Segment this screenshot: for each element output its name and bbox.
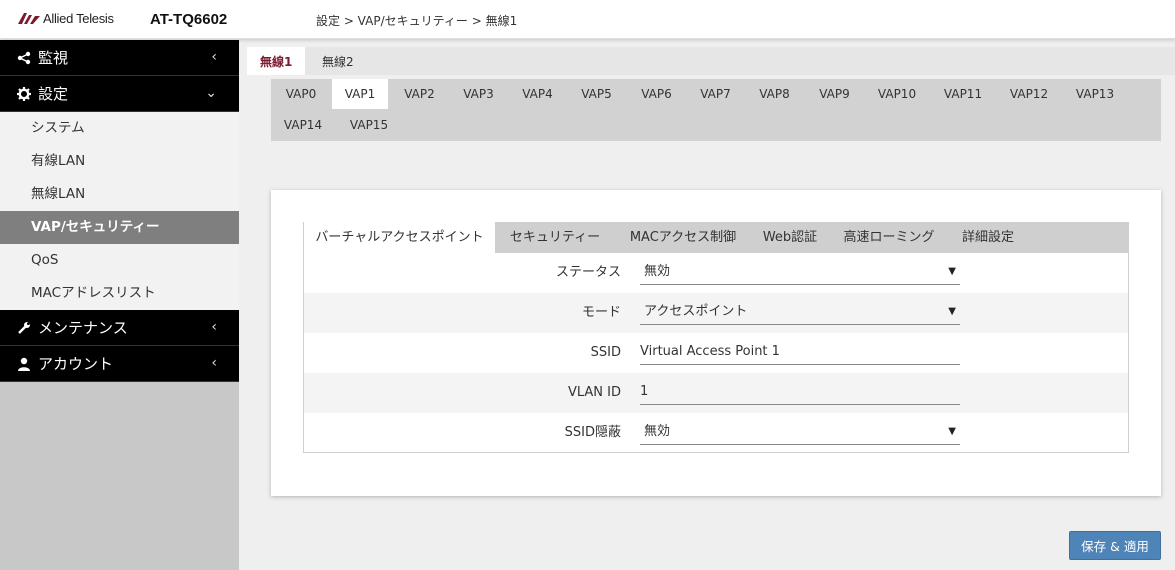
tab-security[interactable]: セキュリティー bbox=[500, 222, 610, 253]
submenu-item-mac-address-list[interactable]: MACアドレスリスト bbox=[0, 277, 239, 310]
form-row-status: ステータス 無効 ▼ bbox=[304, 253, 1128, 293]
ssid-label: SSID bbox=[590, 345, 621, 360]
settings-sub-tabs: バーチャルアクセスポイント セキュリティー MACアクセス制御 Web認証 高速… bbox=[303, 222, 1129, 253]
tab-vap0[interactable]: VAP0 bbox=[271, 79, 331, 109]
chevron-left-icon: ‹ bbox=[211, 319, 217, 335]
tab-vap7[interactable]: VAP7 bbox=[687, 79, 744, 109]
tab-vap15[interactable]: VAP15 bbox=[337, 110, 401, 140]
tab-radio1[interactable]: 無線1 bbox=[247, 47, 306, 75]
tab-vap14[interactable]: VAP14 bbox=[271, 110, 335, 140]
ssid-input[interactable]: Virtual Access Point 1 bbox=[640, 339, 960, 365]
tab-vap5[interactable]: VAP5 bbox=[568, 79, 625, 109]
allied-telesis-logo-icon bbox=[18, 13, 40, 24]
sidebar-item-maintenance[interactable]: メンテナンス ‹ bbox=[0, 310, 239, 346]
tab-vap4[interactable]: VAP4 bbox=[509, 79, 566, 109]
caret-down-icon: ▼ bbox=[948, 266, 956, 277]
mode-select[interactable]: アクセスポイント ▼ bbox=[640, 299, 960, 325]
brand-logo: Allied Telesis bbox=[18, 11, 114, 26]
tab-advanced-settings[interactable]: 詳細設定 bbox=[952, 222, 1024, 253]
tab-vap8[interactable]: VAP8 bbox=[746, 79, 803, 109]
sidebar-item-label: 監視 bbox=[38, 49, 69, 67]
radio-tabs: 無線1 無線2 bbox=[247, 47, 1175, 75]
submenu-item-vap-security[interactable]: VAP/セキュリティー bbox=[0, 211, 239, 244]
sidebar-item-settings[interactable]: 設定 ⌄ bbox=[0, 76, 239, 112]
tab-web-auth[interactable]: Web認証 bbox=[755, 222, 825, 253]
tab-vap11[interactable]: VAP11 bbox=[931, 79, 995, 109]
vlan-id-label: VLAN ID bbox=[567, 385, 621, 400]
tab-vap10[interactable]: VAP10 bbox=[865, 79, 929, 109]
tab-vap2[interactable]: VAP2 bbox=[391, 79, 448, 109]
tab-vap1[interactable]: VAP1 bbox=[332, 79, 388, 109]
caret-down-icon: ▼ bbox=[948, 306, 956, 317]
user-icon bbox=[16, 357, 32, 371]
ssid-hidden-select[interactable]: 無効 ▼ bbox=[640, 419, 960, 445]
brand-name: Allied Telesis bbox=[43, 11, 114, 26]
gear-icon bbox=[16, 86, 32, 101]
submenu-item-wired-lan[interactable]: 有線LAN bbox=[0, 145, 239, 178]
wrench-icon bbox=[16, 321, 32, 335]
chevron-left-icon: ‹ bbox=[211, 49, 217, 65]
status-select[interactable]: 無効 ▼ bbox=[640, 259, 960, 285]
tab-vap12[interactable]: VAP12 bbox=[997, 79, 1061, 109]
chevron-down-icon: ⌄ bbox=[205, 85, 217, 101]
vap-tabs: VAP0 VAP1 VAP2 VAP3 VAP4 VAP5 VAP6 VAP7 … bbox=[271, 79, 1161, 141]
vap-form: バーチャルアクセスポイント セキュリティー MACアクセス制御 Web認証 高速… bbox=[303, 222, 1129, 453]
sidebar-item-account[interactable]: アカウント ‹ bbox=[0, 346, 239, 382]
tab-fast-roaming[interactable]: 高速ローミング bbox=[836, 222, 942, 253]
sidebar-item-label: メンテナンス bbox=[38, 319, 128, 337]
chevron-left-icon: ‹ bbox=[211, 355, 217, 371]
vap-settings-panel: バーチャルアクセスポイント セキュリティー MACアクセス制御 Web認証 高速… bbox=[271, 190, 1161, 496]
form-row-vlan-id: VLAN ID 1 bbox=[304, 373, 1128, 413]
sidebar-item-label: 設定 bbox=[38, 85, 69, 103]
tab-radio2[interactable]: 無線2 bbox=[309, 47, 367, 75]
sidebar: 監視 ‹ 設定 ⌄ システム 有線LAN 無線LAN VAP/セキュリティー Q… bbox=[0, 40, 239, 570]
share-icon bbox=[16, 51, 32, 65]
status-label: ステータス bbox=[555, 265, 621, 280]
ssid-hidden-label: SSID隠蔽 bbox=[564, 425, 621, 440]
vlan-id-input[interactable]: 1 bbox=[640, 379, 960, 405]
sidebar-item-monitor[interactable]: 監視 ‹ bbox=[0, 40, 239, 76]
submenu-item-system[interactable]: システム bbox=[0, 112, 239, 145]
tab-vap9[interactable]: VAP9 bbox=[806, 79, 863, 109]
submenu-item-wireless-lan[interactable]: 無線LAN bbox=[0, 178, 239, 211]
top-header: Allied Telesis AT-TQ6602 設定 > VAP/セキュリティ… bbox=[0, 0, 1175, 39]
tab-mac-access-control[interactable]: MACアクセス制御 bbox=[621, 222, 745, 253]
form-row-ssid: SSID Virtual Access Point 1 bbox=[304, 333, 1128, 373]
tab-vap13[interactable]: VAP13 bbox=[1063, 79, 1127, 109]
tab-vap6[interactable]: VAP6 bbox=[628, 79, 685, 109]
tab-virtual-access-point[interactable]: バーチャルアクセスポイント bbox=[304, 222, 495, 253]
save-apply-button[interactable]: 保存 & 適用 bbox=[1069, 531, 1161, 560]
form-row-mode: モード アクセスポイント ▼ bbox=[304, 293, 1128, 333]
ssid-hidden-value: 無効 bbox=[644, 424, 671, 439]
submenu-item-qos[interactable]: QoS bbox=[0, 244, 239, 277]
sidebar-item-label: アカウント bbox=[38, 355, 114, 373]
breadcrumb: 設定 > VAP/セキュリティー > 無線1 bbox=[316, 14, 518, 28]
mode-label: モード bbox=[581, 305, 621, 320]
tab-vap3[interactable]: VAP3 bbox=[450, 79, 507, 109]
status-value: 無効 bbox=[644, 264, 671, 279]
caret-down-icon: ▼ bbox=[948, 426, 956, 437]
device-model: AT-TQ6602 bbox=[150, 11, 228, 28]
mode-value: アクセスポイント bbox=[644, 304, 748, 319]
settings-submenu: システム 有線LAN 無線LAN VAP/セキュリティー QoS MACアドレス… bbox=[0, 112, 239, 310]
form-row-ssid-hidden: SSID隠蔽 無効 ▼ bbox=[304, 413, 1128, 453]
